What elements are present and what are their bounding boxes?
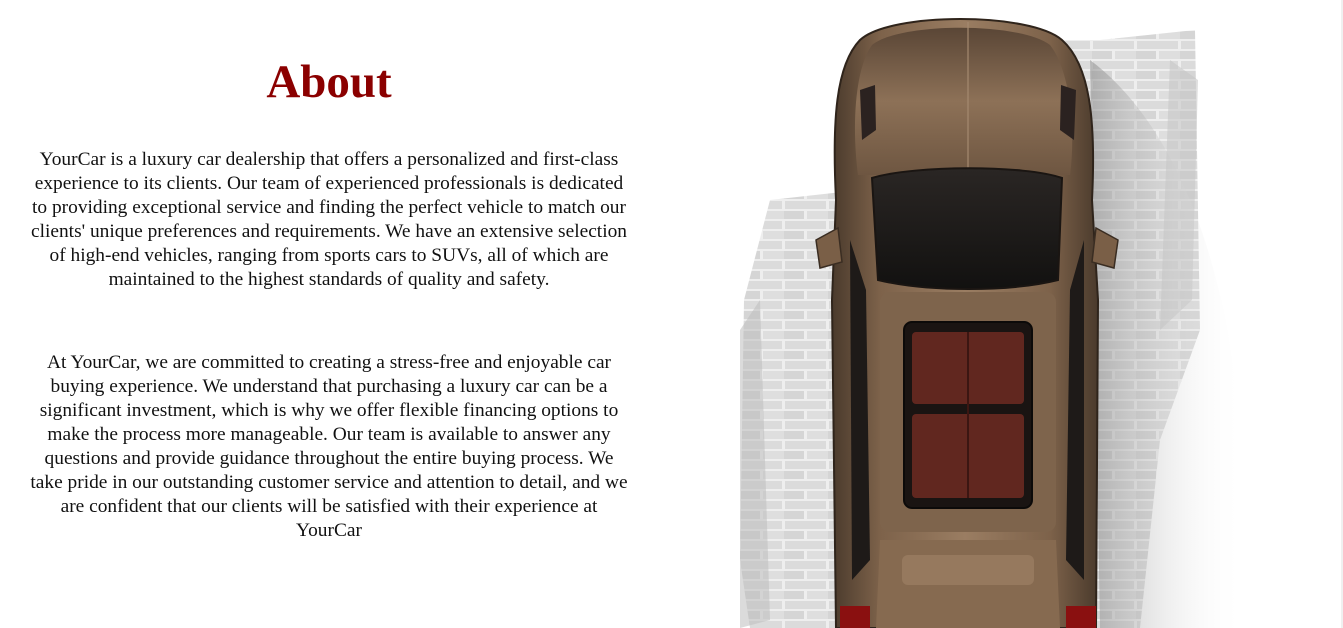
car — [815, 18, 1119, 628]
page-title: About — [266, 56, 392, 108]
about-page: About YourCar is a luxury car dealership… — [0, 0, 1343, 628]
car-illustration — [740, 18, 1245, 628]
car-image — [740, 0, 1343, 628]
about-paragraph-1: YourCar is a luxury car dealership that … — [31, 149, 627, 290]
about-section: About YourCar is a luxury car dealership… — [30, 52, 628, 543]
about-paragraph-2: At YourCar, we are committed to creating… — [30, 352, 628, 541]
